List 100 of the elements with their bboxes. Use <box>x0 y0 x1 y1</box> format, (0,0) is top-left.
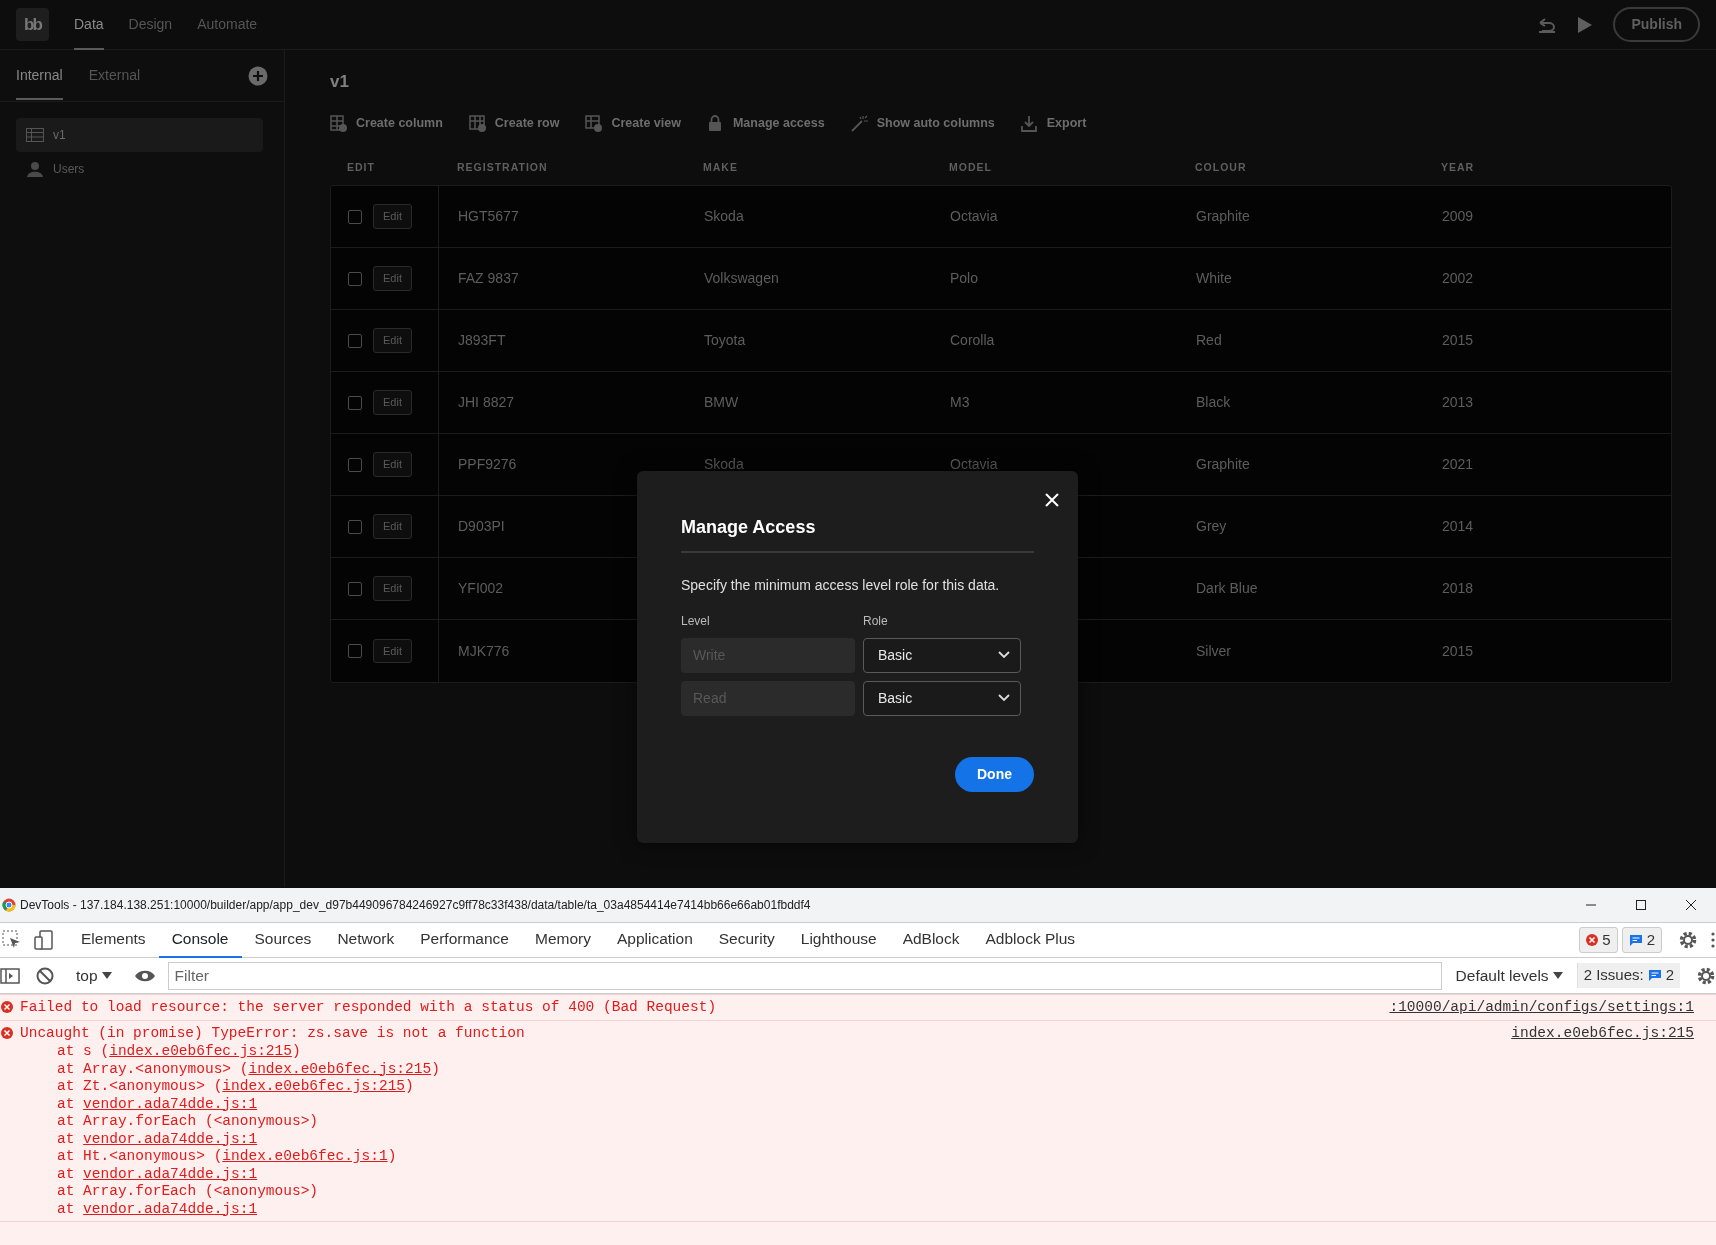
eye-icon[interactable] <box>133 968 156 983</box>
devtools-tab[interactable]: Performance <box>407 922 522 958</box>
issues-button[interactable]: 2 Issues: 2 <box>1576 963 1680 988</box>
error-count-badge[interactable]: 5 <box>1579 926 1618 954</box>
row-checkbox[interactable] <box>348 519 362 534</box>
source-link[interactable]: vendor.ada74dde.js:1 <box>83 1130 258 1147</box>
role-select[interactable]: Basic <box>863 637 1021 673</box>
more-icon[interactable] <box>1710 930 1716 950</box>
table-cell: Octavia <box>950 456 998 473</box>
message-icon <box>1647 969 1662 982</box>
levels-select[interactable]: Default levels <box>1449 962 1569 989</box>
context-select[interactable]: top <box>70 962 118 989</box>
stack-line: at s (index.e0eb6fec.js:215) <box>56 1043 302 1061</box>
undo-icon[interactable] <box>1537 16 1558 33</box>
add-icon[interactable] <box>248 65 268 86</box>
modal-description: Specify the minimum access level role for this data. <box>681 575 1001 595</box>
edit-button[interactable]: Edit <box>373 576 412 601</box>
table-cell: FAZ 9837 <box>458 270 519 287</box>
page-title: v1 <box>330 72 350 93</box>
modal-title: Manage Access <box>681 517 1034 553</box>
devtools-tab[interactable]: Network <box>324 922 408 958</box>
devtools-tab[interactable]: Application <box>603 922 706 958</box>
edit-button[interactable]: Edit <box>373 390 412 415</box>
row-checkbox[interactable] <box>348 271 362 286</box>
devtools-tab[interactable]: Memory <box>521 922 604 958</box>
field-label: Role <box>863 612 888 630</box>
settings-icon[interactable] <box>1696 965 1716 986</box>
table-cell: Black <box>1196 394 1231 411</box>
source-link[interactable]: index.e0eb6fec.js:215 <box>1511 1024 1694 1043</box>
nav-tab[interactable]: Design <box>128 0 173 50</box>
devtools-tab[interactable]: Sources <box>241 922 325 958</box>
toolbar-button[interactable]: Create row <box>468 114 560 134</box>
filter-field[interactable]: Filter <box>167 961 1442 990</box>
caret-icon <box>1552 971 1563 980</box>
sidebar-item[interactable]: Users <box>16 152 263 186</box>
edit-button[interactable]: Edit <box>373 204 412 229</box>
table-cell: PPF9276 <box>458 456 517 473</box>
table-cell: 2015 <box>1442 642 1474 659</box>
devtools-tab[interactable]: Elements <box>68 922 159 958</box>
table-cell: BMW <box>704 394 739 411</box>
sidebar-tab[interactable]: External <box>88 51 141 100</box>
devtools-tab[interactable]: Security <box>705 922 788 958</box>
row-checkbox[interactable] <box>348 644 362 659</box>
source-link[interactable]: vendor.ada74dde.js:1 <box>83 1165 258 1182</box>
table-cell: 2013 <box>1442 394 1474 411</box>
close-icon[interactable] <box>1685 899 1697 911</box>
source-link[interactable]: vendor.ada74dde.js:1 <box>83 1200 258 1217</box>
done-button[interactable]: Done <box>955 756 1034 792</box>
window-title: DevTools - 137.184.138.251:10000/builder/app/app_dev_d97b449096784246927c9ff78c33f438/data/table/ta_03a4854414e7414bb66e66ab01fbddf4 <box>20 897 811 914</box>
table-cell: Graphite <box>1196 456 1250 473</box>
lock-icon <box>706 115 724 133</box>
source-link[interactable]: index.e0eb6fec.js:215 <box>248 1060 432 1077</box>
sidebar-toggle-icon[interactable] <box>0 966 20 985</box>
column-header: REGISTRATION <box>456 160 549 176</box>
toolbar-button[interactable]: Create column <box>330 114 443 134</box>
devtools-tab[interactable]: AdBlock <box>889 922 973 958</box>
table-cell: Toyota <box>704 332 746 349</box>
source-link[interactable]: index.e0eb6fec.js:1 <box>222 1148 388 1164</box>
devtools-tab[interactable]: Adblock Plus <box>972 922 1089 958</box>
download-icon <box>1020 115 1038 133</box>
maximize-icon[interactable] <box>1635 899 1647 911</box>
message-count-badge[interactable]: 2 <box>1621 926 1662 954</box>
settings-icon[interactable] <box>1678 930 1698 950</box>
nav-tab[interactable]: Automate <box>197 0 258 50</box>
column-header: COLOUR <box>1194 160 1248 176</box>
error-icon <box>1586 934 1599 946</box>
play-icon[interactable] <box>1577 15 1594 34</box>
error-icon <box>1 1001 13 1013</box>
table-cell: Skoda <box>704 456 744 473</box>
devtools-tab[interactable]: Lighthouse <box>787 922 890 958</box>
source-link[interactable]: vendor.ada74dde.js:1 <box>83 1095 258 1112</box>
table-cell: HGT5677 <box>458 208 519 225</box>
edit-button[interactable]: Edit <box>373 638 412 664</box>
row-checkbox[interactable] <box>348 457 362 472</box>
toolbar-button[interactable]: Create view <box>585 114 681 134</box>
edit-button[interactable]: Edit <box>373 266 412 291</box>
edit-button[interactable]: Edit <box>373 514 412 539</box>
device-icon[interactable] <box>34 930 54 950</box>
row-checkbox[interactable] <box>348 395 362 410</box>
source-link[interactable]: index.e0eb6fec.js:215 <box>222 1078 406 1094</box>
inspect-icon[interactable] <box>2 930 22 950</box>
edit-button[interactable]: Edit <box>373 452 412 477</box>
source-link[interactable]: :10000/api/admin/configs/settings:1 <box>1389 998 1694 1017</box>
table-cell: Octavia <box>950 208 998 225</box>
toolbar-button[interactable]: Show auto columns <box>850 114 995 134</box>
row-checkbox[interactable] <box>348 209 362 224</box>
edit-button[interactable]: Edit <box>373 328 412 353</box>
sidebar-tab[interactable]: Internal <box>16 51 63 100</box>
role-select[interactable]: Basic <box>863 680 1021 716</box>
row-checkbox[interactable] <box>348 333 362 348</box>
toolbar-button[interactable]: Manage access <box>706 114 825 134</box>
field-label: Level <box>681 612 710 630</box>
toolbar-button[interactable]: Export <box>1020 114 1087 134</box>
clear-icon[interactable] <box>36 966 54 985</box>
sidebar-item[interactable]: v1 <box>16 118 263 152</box>
source-link[interactable]: index.e0eb6fec.js:215 <box>109 1043 292 1059</box>
stack-line: at Array.forEach (<anonymous>) <box>56 1113 320 1131</box>
table-cell: MJK776 <box>458 642 510 659</box>
publish-button[interactable]: Publish <box>1613 7 1700 42</box>
row-checkbox[interactable] <box>348 581 362 596</box>
